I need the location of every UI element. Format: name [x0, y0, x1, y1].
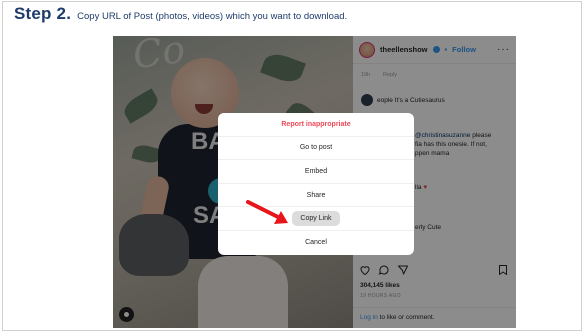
menu-item-label: Embed	[304, 167, 328, 175]
embed-button[interactable]: Embed	[218, 160, 414, 184]
step-description: Copy URL of Post (photos, videos) which …	[77, 11, 348, 22]
report-inappropriate-button[interactable]: Report inappropriate	[218, 113, 414, 137]
step-heading: Step 2. Copy URL of Post (photos, videos…	[14, 4, 347, 24]
post-options-dialog: Report inappropriate Go to post Embed Sh…	[218, 113, 414, 255]
step-title: Step 2.	[14, 4, 72, 23]
menu-item-label: Go to post	[299, 144, 333, 152]
go-to-post-button[interactable]: Go to post	[218, 137, 414, 161]
menu-item-label: Copy Link	[292, 211, 340, 227]
pointer-arrow-icon	[246, 200, 288, 224]
menu-item-label: Report inappropriate	[281, 120, 351, 128]
menu-item-label: Share	[306, 191, 326, 199]
cancel-button[interactable]: Cancel	[218, 231, 414, 255]
menu-item-label: Cancel	[305, 239, 327, 247]
